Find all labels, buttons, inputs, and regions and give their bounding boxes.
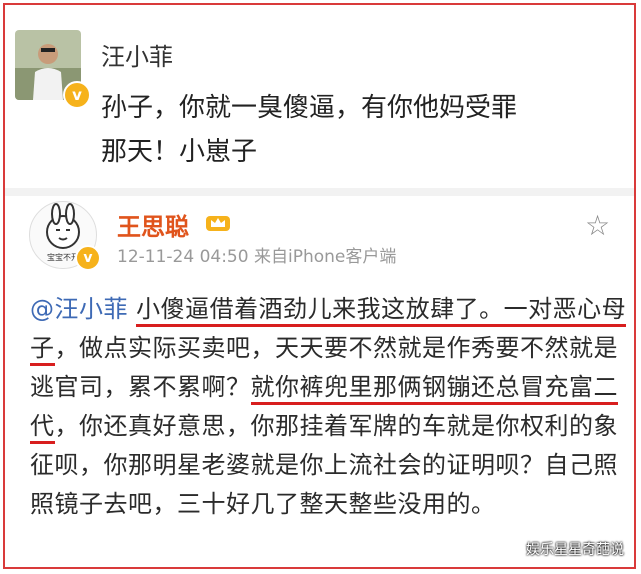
mention-link[interactable]: @汪小菲: [30, 295, 128, 323]
star-icon[interactable]: ☆: [585, 209, 610, 242]
post-1: v 汪小菲 孙子，你就一臭傻逼，有你他妈受罪 那天！小崽子: [5, 5, 634, 187]
author-name[interactable]: 王思聪: [117, 207, 189, 242]
author-name[interactable]: 汪小菲: [101, 37, 173, 72]
crown-icon: [205, 212, 231, 236]
watermark: 娱乐星星奇葩说: [526, 542, 624, 558]
post-text: 孙子，你就一臭傻逼，有你他妈受罪 那天！小崽子: [101, 86, 621, 174]
post-text: @汪小菲 小傻逼借着酒劲儿来我这放肆了。一对恶心母子，做点实际买卖吧，天天要不然…: [30, 290, 630, 524]
underlined-text: 小傻逼借着酒劲儿来我这放肆了。一: [136, 295, 529, 327]
post-text-line: 那天！小崽子: [101, 137, 258, 167]
post-text-line: 孙子，你就一臭傻逼，有你他妈受罪: [101, 93, 518, 123]
verified-icon: v: [75, 245, 101, 271]
post-text-segment: ，你还真好意思，你那挂着军牌的车就是你权利的象征呗，你那明星老婆就是你上流社会的…: [30, 412, 618, 518]
source: 来自iPhone客户端: [253, 247, 397, 267]
divider: [5, 188, 634, 196]
post-meta: 12-11-24 04:50 来自iPhone客户端: [117, 242, 396, 267]
verified-icon: v: [63, 81, 91, 109]
timestamp[interactable]: 12-11-24 04:50: [117, 247, 249, 267]
screenshot-frame: v 汪小菲 孙子，你就一臭傻逼，有你他妈受罪 那天！小崽子 宝宝不开 v 王思聪…: [3, 3, 636, 569]
